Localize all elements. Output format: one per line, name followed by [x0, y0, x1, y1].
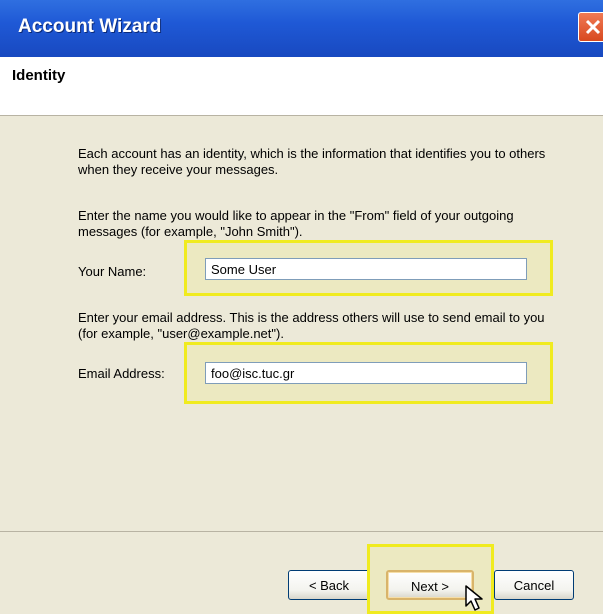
name-label: Your Name: — [78, 264, 147, 279]
intro-text: Each account has an identity, which is t… — [78, 146, 546, 177]
page-title: Identity — [12, 67, 66, 84]
mouse-pointer-icon — [465, 585, 483, 611]
name-field[interactable] — [205, 258, 527, 280]
close-x-icon — [585, 19, 601, 35]
window-title: Account Wizard — [18, 16, 162, 37]
cancel-button[interactable]: Cancel — [494, 570, 574, 600]
wizard-header: Identity — [0, 57, 603, 115]
email-instruction-text: Enter your email address. This is the ad… — [78, 310, 545, 341]
wizard-content: Each account has an identity, which is t… — [0, 116, 603, 531]
back-button[interactable]: < Back — [288, 570, 370, 600]
title-bar: Account Wizard — [0, 0, 603, 57]
email-label: Email Address: — [78, 366, 165, 381]
name-instruction-text: Enter the name you would like to appear … — [78, 208, 514, 239]
close-button[interactable] — [578, 12, 603, 42]
email-field[interactable] — [205, 362, 527, 384]
next-button[interactable]: Next > — [386, 570, 474, 600]
